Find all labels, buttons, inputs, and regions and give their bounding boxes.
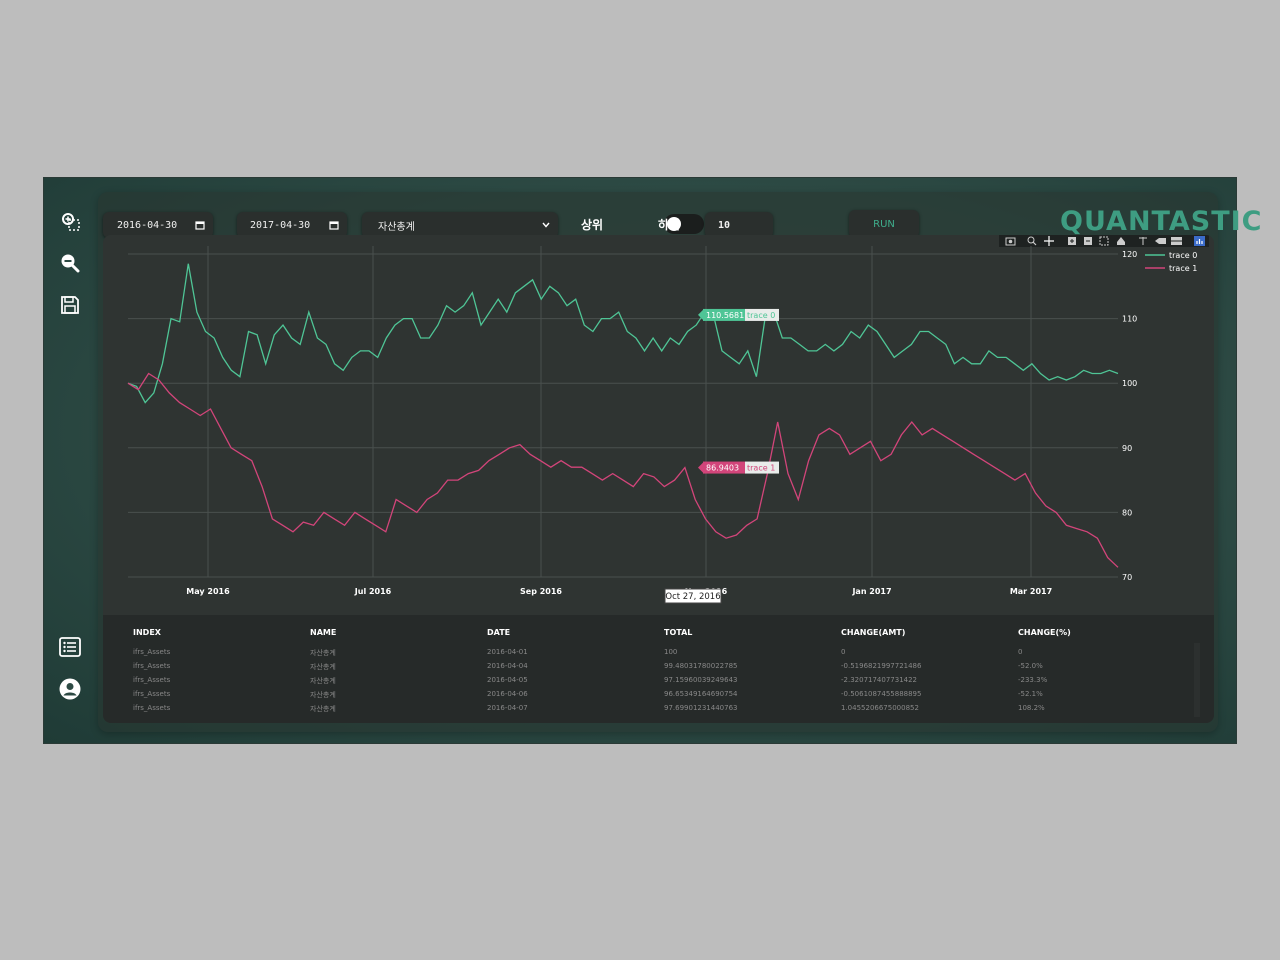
- table-cell: 2016-04-07: [487, 704, 528, 712]
- x-tick-label: Mar 2017: [1010, 587, 1052, 596]
- calendar-icon[interactable]: [329, 220, 339, 230]
- table-cell: 100: [664, 648, 678, 656]
- table-cell: 1.0455206675000852: [841, 704, 919, 712]
- save-icon[interactable]: [58, 293, 82, 317]
- y-axis: 70 80 90 100 110 120: [1122, 250, 1137, 582]
- table-cell: -52.0%: [1018, 662, 1043, 670]
- table-cell: 2016-04-06: [487, 690, 528, 698]
- logo: QUANTASTIC: [1060, 206, 1263, 237]
- account-select-value: 자산총계: [378, 221, 415, 233]
- chart-modebar: [999, 235, 1209, 247]
- table-column-header[interactable]: CHANGE(AMT): [841, 628, 905, 637]
- hover-pointer: [698, 462, 703, 473]
- legend-label[interactable]: trace 0: [1169, 251, 1197, 260]
- table-cell: ifrs_Assets: [133, 704, 171, 712]
- zoom-out-icon[interactable]: [1084, 237, 1092, 245]
- table-column-header[interactable]: TOTAL: [664, 628, 692, 637]
- zoom-out-icon[interactable]: [58, 251, 82, 275]
- hover-tooltip: 110.5681 trace 0 86.9403 trace 1 Oct 27, 201…: [664, 308, 779, 604]
- table-cell: 0: [1018, 648, 1023, 656]
- hover-x-label: Oct 27, 2016: [665, 592, 720, 602]
- table-cell: 자산총계: [310, 677, 336, 685]
- table-cell: 2016-04-04: [487, 662, 528, 670]
- chevron-down-icon: [542, 222, 550, 228]
- content-card: 70 80 90 100 110 120 May 2016 Jul 2016 Sep 2016…: [103, 235, 1214, 723]
- user-icon[interactable]: [58, 677, 82, 701]
- series-line-trace-0: [127, 263, 1119, 404]
- hover-value: 110.5681: [706, 311, 744, 320]
- hover-value: 86.9403: [706, 464, 739, 473]
- series-line-trace-1: [127, 372, 1119, 568]
- x-tick-label: May 2016: [186, 587, 230, 596]
- y-tick-label: 120: [1122, 250, 1137, 259]
- y-tick-label: 110: [1122, 315, 1137, 324]
- table-cell: -2.320717407731422: [841, 676, 918, 684]
- list-icon[interactable]: [58, 635, 82, 659]
- data-table: INDEX NAME DATE TOTAL CHANGE(AMT) CHANGE(%) i…: [103, 615, 1214, 723]
- x-tick-label: Jul 2016: [354, 587, 392, 596]
- table-cell: ifrs_Assets: [133, 676, 171, 684]
- table-column-header[interactable]: NAME: [310, 628, 336, 637]
- zoom-in-icon[interactable]: [1068, 237, 1076, 245]
- hover-trace-name: trace 0: [747, 311, 775, 320]
- y-tick-label: 90: [1122, 444, 1132, 453]
- toggle-label-upper: 상위: [581, 218, 604, 232]
- table-column-header[interactable]: INDEX: [133, 628, 161, 637]
- chart-grid: [128, 246, 1118, 578]
- y-tick-label: 70: [1122, 573, 1132, 582]
- zoom-select-icon[interactable]: [58, 209, 82, 233]
- table-cell: 2016-04-05: [487, 676, 528, 684]
- table-cell: -0.5061087455888895: [841, 690, 922, 698]
- run-button[interactable]: RUN: [849, 210, 919, 238]
- table-cell: 자산총계: [310, 649, 336, 657]
- table-cell: -0.5196821997721486: [841, 662, 922, 670]
- x-tick-label: Jan 2017: [851, 587, 891, 596]
- table-cell: 99.48031780022785: [664, 662, 738, 670]
- line-chart[interactable]: 70 80 90 100 110 120 May 2016 Jul 2016 Sep 2016…: [103, 235, 1214, 615]
- sidebar: [44, 178, 98, 743]
- start-date-value: 2016-04-30: [117, 219, 178, 231]
- table-cell: ifrs_Assets: [133, 662, 171, 670]
- end-date-value: 2017-04-30: [250, 219, 311, 231]
- table-cell: ifrs_Assets: [133, 648, 171, 656]
- x-axis: May 2016Jul 2016Sep 2016Nov 2016Jan 2017…: [186, 587, 1052, 596]
- hover-trace-name: trace 1: [747, 464, 775, 473]
- table-cell: 자산총계: [310, 705, 336, 713]
- table-cell: 97.69901231440763: [664, 704, 738, 712]
- table-cell: 0: [841, 648, 846, 656]
- table-cell: 자산총계: [310, 663, 336, 671]
- y-tick-label: 100: [1122, 379, 1137, 388]
- toggle-label-lower: 하위: [658, 218, 681, 232]
- table-cell: 2016-04-01: [487, 648, 528, 656]
- calendar-icon[interactable]: [195, 220, 205, 230]
- table-cell: 108.2%: [1018, 704, 1045, 712]
- table-cell: ifrs_Assets: [133, 690, 171, 698]
- table-cell: -52.1%: [1018, 690, 1043, 698]
- x-tick-label: Sep 2016: [520, 587, 562, 596]
- table-cell: -233.3%: [1018, 676, 1048, 684]
- table-cell: 96.65349164690754: [664, 690, 738, 698]
- table-column-header[interactable]: DATE: [487, 628, 510, 637]
- y-tick-label: 80: [1122, 508, 1132, 517]
- table-column-header[interactable]: CHANGE(%): [1018, 628, 1071, 637]
- chart-lines: [127, 263, 1119, 568]
- chart-legend[interactable]: trace 0 trace 1: [1145, 251, 1197, 273]
- count-value: 10: [718, 219, 731, 231]
- table-scrollbar[interactable]: [1194, 643, 1200, 717]
- app-window: 2016-04-30 ~ 2017-04-30 자산총계 상위 하위 10 RU…: [44, 178, 1261, 743]
- table-cell: 97.15960039249643: [664, 676, 738, 684]
- legend-label[interactable]: trace 1: [1169, 264, 1197, 273]
- plotly-logo-icon[interactable]: [1194, 236, 1205, 246]
- table-cell: 자산총계: [310, 691, 336, 699]
